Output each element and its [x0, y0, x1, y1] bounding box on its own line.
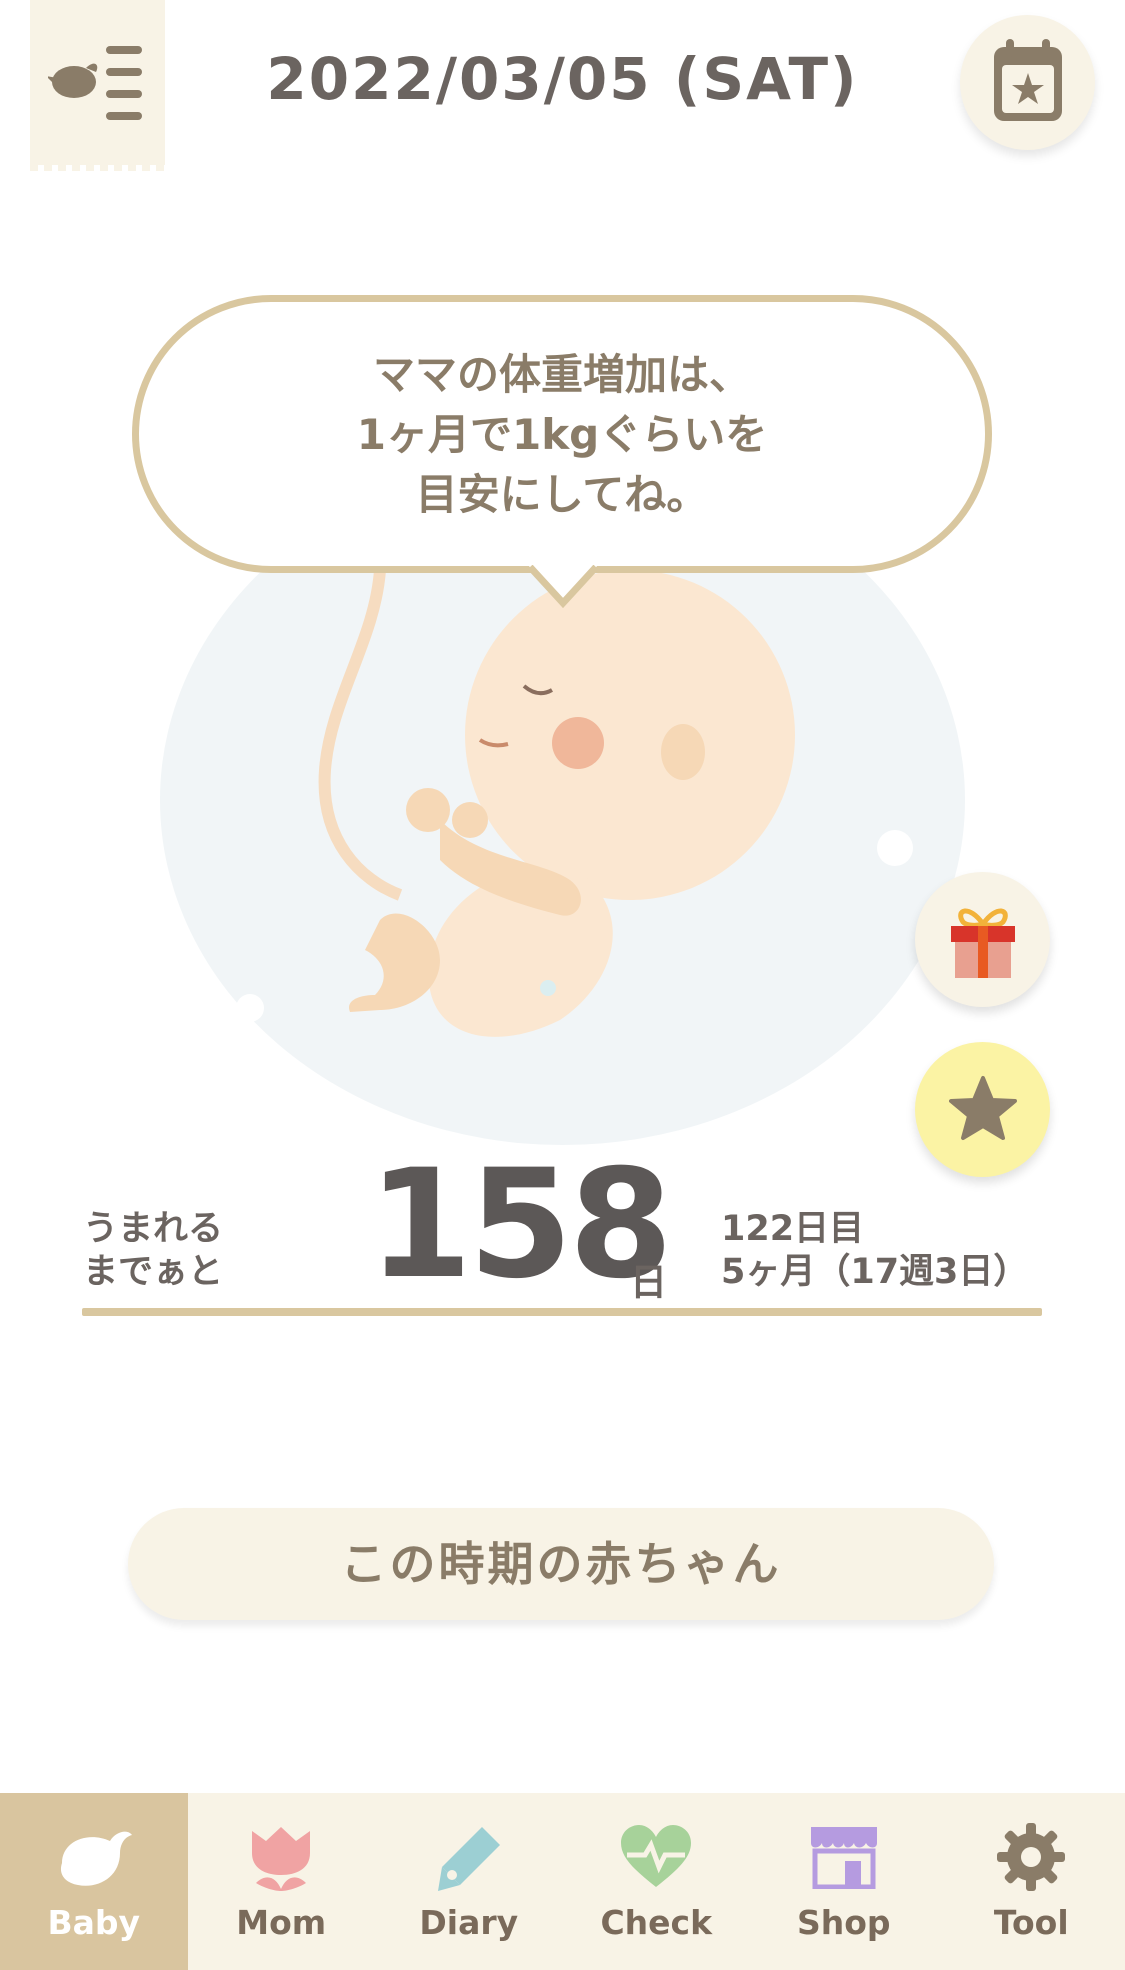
favorite-button[interactable] [915, 1042, 1050, 1177]
nav-label: Mom [236, 1903, 327, 1942]
baby-this-period-button[interactable]: この時期の赤ちゃん [128, 1508, 994, 1620]
nav-item-mom[interactable]: Mom [188, 1793, 376, 1970]
days-remaining: 158 [368, 1138, 673, 1312]
gear-icon [997, 1823, 1066, 1891]
until-label-line: うまれる [83, 1209, 224, 1249]
bubble-line: 1ヶ月で1kgぐらいを [356, 410, 768, 459]
pen-icon [437, 1827, 500, 1891]
heart-pulse-icon [621, 1825, 692, 1887]
nav-label: Tool [993, 1903, 1069, 1942]
pregnancy-day-count: 122日目 [721, 1209, 865, 1249]
gift-icon [951, 908, 1015, 978]
bubble-line: ママの体重増加は、 [372, 350, 751, 399]
nav-item-check[interactable]: Check [563, 1793, 751, 1970]
bottom-nav: Baby Mom Diary Check Shop Tool [0, 1793, 1125, 1970]
days-unit: 日 [630, 1261, 667, 1304]
nav-item-tool[interactable]: Tool [938, 1793, 1125, 1970]
gift-button[interactable] [915, 872, 1050, 1007]
tulip-icon [252, 1827, 311, 1891]
nav-label: Shop [796, 1903, 891, 1942]
nav-item-shop[interactable]: Shop [750, 1793, 938, 1970]
until-birth-label: うまれる までぁと [83, 1208, 223, 1294]
divider [82, 1308, 1042, 1316]
nav-label: Baby [47, 1903, 141, 1942]
nav-label: Check [600, 1903, 713, 1942]
bubble-message: ママの体重増加は、 1ヶ月で1kgぐらいを 目安にしてね。 [132, 345, 992, 525]
star-icon [949, 1076, 1017, 1140]
speech-bubble-tail [528, 565, 598, 609]
nav-label: Diary [419, 1903, 519, 1942]
shop-icon [810, 1827, 877, 1889]
nav-item-diary[interactable]: Diary [375, 1793, 563, 1970]
nav-item-baby[interactable]: Baby [0, 1793, 188, 1970]
bird-icon [60, 1831, 132, 1886]
pregnancy-month-week: 5ヶ月（17週3日） [721, 1252, 1029, 1292]
bubble-line: 目安にしてね。 [415, 470, 709, 519]
until-label-line: までぁと [83, 1252, 224, 1292]
